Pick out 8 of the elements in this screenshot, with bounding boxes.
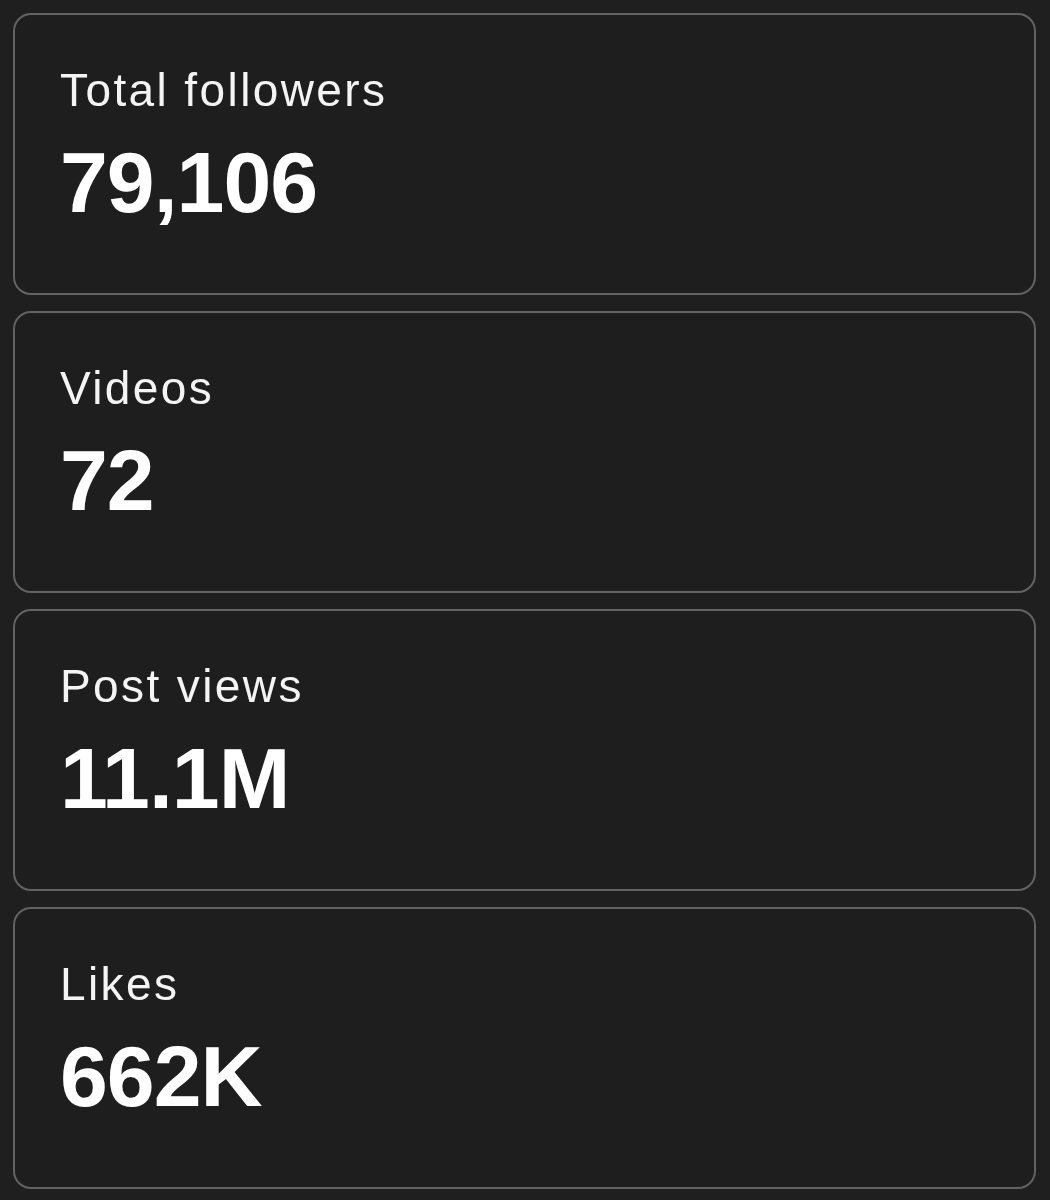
stat-label: Total followers (60, 67, 388, 113)
stat-label: Likes (60, 961, 180, 1007)
stat-value: 662K (60, 1033, 262, 1119)
stat-value: 11.1M (60, 735, 290, 821)
stat-label: Post views (60, 663, 304, 709)
stat-label: Videos (60, 365, 215, 411)
stat-value: 79,106 (60, 139, 318, 225)
stat-value: 72 (60, 437, 154, 523)
